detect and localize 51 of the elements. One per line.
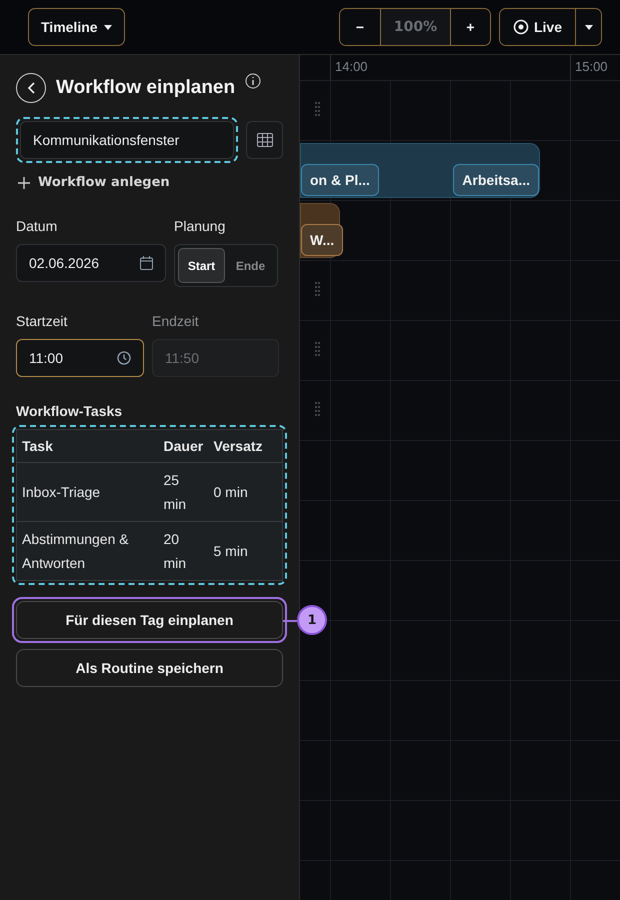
section-label: Workflow-Tasks: [16, 403, 124, 419]
field-label: Planung: [174, 218, 226, 234]
workflow-select[interactable]: Kommunikationsfenster: [20, 121, 234, 159]
caret-icon: [584, 24, 592, 30]
table-cell: 5 min: [208, 522, 282, 580]
drag-handle-icon[interactable]: [315, 282, 320, 296]
table-button[interactable]: [246, 121, 283, 159]
table-cell: 25 min: [158, 462, 208, 522]
hour-label: 15:00: [570, 55, 620, 80]
toggle-option[interactable]: Start: [178, 248, 225, 283]
chevron-left-icon: [27, 82, 35, 94]
event-chip[interactable]: Arbeitsa...: [453, 164, 539, 196]
target-icon: [512, 19, 529, 35]
time-field[interactable]: 11:00: [16, 339, 144, 377]
grid-icon: [256, 133, 272, 147]
event-group[interactable]: on & Pl... Arbeitsa...: [300, 143, 540, 198]
drag-handle-icon[interactable]: [315, 402, 320, 416]
drag-handle-icon[interactable]: [315, 342, 320, 356]
hour-label: 14:00: [330, 55, 570, 80]
add-workflow-link[interactable]: Workflow anlegen: [18, 175, 283, 190]
field-label: Startzeit: [16, 313, 68, 329]
event-chip[interactable]: on & Pl...: [301, 164, 379, 196]
field-label: Endzeit: [152, 313, 200, 329]
panel-title: Workflow einplanen: [56, 77, 236, 99]
view-dropdown[interactable]: Timeline: [28, 8, 125, 46]
table-cell: 20 min: [158, 522, 208, 580]
table-cell: 0 min: [208, 462, 282, 522]
zoom-in-button[interactable]: +: [450, 9, 490, 45]
drag-handle-icon[interactable]: [315, 102, 320, 116]
column-header: Dauer: [158, 430, 208, 462]
date-field[interactable]: 02.06.2026: [16, 244, 166, 282]
field-label: Datum: [16, 218, 58, 234]
zoom-level: 100%: [380, 9, 450, 45]
back-button[interactable]: [16, 73, 46, 103]
toggle-option[interactable]: Ende: [227, 248, 274, 283]
plus-icon: [18, 176, 30, 188]
caret-icon: [104, 24, 112, 30]
action-button[interactable]: Für diesen Tag einplanen: [16, 601, 283, 639]
column-header: Versatz: [208, 430, 282, 462]
live-menu-button[interactable]: [575, 9, 601, 45]
clock-icon: [117, 351, 131, 365]
live-button[interactable]: Live: [500, 9, 575, 45]
table-cell: Abstimmungen & Antworten: [16, 522, 158, 580]
calendar-icon: [140, 256, 153, 270]
column-header: Task: [16, 430, 158, 462]
event-chip[interactable]: W...: [301, 224, 344, 256]
table-cell: Inbox-Triage: [16, 462, 158, 522]
action-button[interactable]: Als Routine speichern: [16, 649, 283, 687]
zoom-out-button[interactable]: −: [340, 9, 380, 45]
info-icon[interactable]: [245, 73, 262, 89]
event-group[interactable]: W...: [300, 203, 340, 258]
